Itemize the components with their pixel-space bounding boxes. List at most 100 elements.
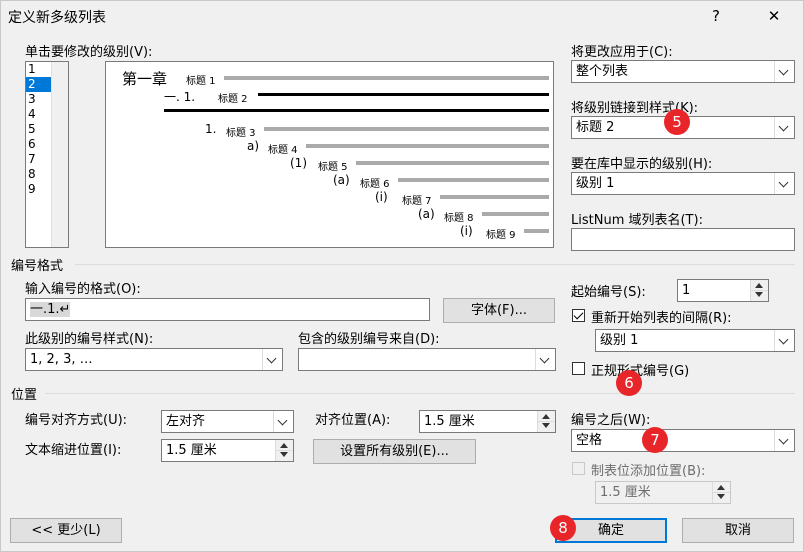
preview-num-9: (i) bbox=[460, 224, 473, 238]
follow-number-label: 编号之后(W): bbox=[571, 413, 651, 428]
level-list[interactable]: 1 2 3 4 5 6 7 8 9 bbox=[25, 61, 69, 248]
preview-bar-4 bbox=[306, 144, 549, 148]
tab-stop-label: 制表位添加位置(B): bbox=[591, 464, 706, 479]
number-style-dropdown[interactable]: 1, 2, 3, … bbox=[25, 348, 283, 371]
preview-num-2: 一. 1. bbox=[164, 90, 196, 104]
listnum-label: ListNum 域列表名(T): bbox=[571, 213, 703, 228]
preview-num-5: (1) bbox=[290, 156, 307, 170]
preview-tag-5: 标题 5 bbox=[318, 162, 348, 173]
preview-tag-4: 标题 4 bbox=[268, 145, 298, 156]
apply-to-value: 整个列表 bbox=[576, 64, 629, 79]
preview-tag-8: 标题 8 bbox=[444, 213, 474, 224]
align-dropdown[interactable]: 左对齐 bbox=[161, 410, 294, 433]
annotation-badge-8: 8 bbox=[550, 515, 576, 541]
include-level-dropdown[interactable] bbox=[298, 348, 556, 371]
levels-label: 单击要修改的级别(V): bbox=[25, 45, 153, 60]
list-preview: 第一章 标题 1 一. 1. 标题 2 1. 标题 3 a) 标题 4 (1) … bbox=[105, 61, 554, 248]
preview-tag-2: 标题 2 bbox=[218, 94, 248, 105]
format-label: 输入编号的格式(O): bbox=[25, 282, 141, 297]
preview-num-7: (i) bbox=[375, 190, 388, 204]
font-button[interactable]: 字体(F)... bbox=[443, 298, 555, 323]
preview-bar-2b bbox=[164, 109, 549, 112]
preview-num-4: a) bbox=[247, 139, 260, 153]
start-at-label: 起始编号(S): bbox=[571, 285, 646, 300]
annotation-badge-5: 5 bbox=[664, 109, 690, 135]
preview-bar-8 bbox=[482, 212, 549, 216]
legal-style-checkbox[interactable] bbox=[572, 362, 585, 375]
position-section-title: 位置 bbox=[11, 388, 38, 403]
chevron-down-icon bbox=[273, 411, 293, 432]
tab-stop-value: 1.5 厘米 bbox=[600, 485, 651, 500]
spinner-arrows-icon[interactable] bbox=[750, 280, 768, 301]
set-all-levels-button[interactable]: 设置所有级别(E)... bbox=[313, 439, 476, 464]
follow-number-value: 空格 bbox=[576, 433, 603, 448]
cancel-button[interactable]: 取消 bbox=[682, 518, 794, 543]
chevron-down-icon bbox=[535, 349, 555, 370]
preview-tag-1: 标题 1 bbox=[186, 76, 216, 87]
help-button[interactable]: ? bbox=[701, 4, 731, 28]
preview-bar-2 bbox=[258, 93, 549, 96]
apply-to-dropdown[interactable]: 整个列表 bbox=[571, 60, 795, 83]
preview-num-6: (a) bbox=[333, 173, 350, 187]
number-format-section-title: 编号格式 bbox=[11, 259, 64, 274]
section-divider bbox=[45, 393, 795, 394]
chevron-down-icon bbox=[774, 173, 794, 194]
preview-bar-6 bbox=[398, 178, 549, 182]
link-style-value: 标题 2 bbox=[576, 120, 615, 135]
gallery-level-value: 级别 1 bbox=[576, 176, 615, 191]
chevron-down-icon bbox=[774, 430, 794, 451]
chevron-down-icon bbox=[262, 349, 282, 370]
align-at-label: 对齐位置(A): bbox=[315, 413, 391, 428]
apply-to-label: 将更改应用于(C): bbox=[571, 45, 673, 60]
preview-tag-9: 标题 9 bbox=[486, 230, 516, 241]
less-button[interactable]: << 更少(L) bbox=[10, 518, 122, 543]
number-style-value: 1, 2, 3, … bbox=[30, 352, 93, 367]
preview-bar-7 bbox=[440, 195, 549, 199]
section-divider bbox=[75, 264, 795, 265]
gallery-level-label: 要在库中显示的级别(H): bbox=[571, 157, 713, 172]
restart-level-value: 级别 1 bbox=[600, 333, 639, 348]
preview-bar-5 bbox=[356, 161, 549, 165]
gallery-level-dropdown[interactable]: 级别 1 bbox=[571, 172, 795, 195]
spinner-arrows-icon[interactable] bbox=[275, 440, 293, 461]
chevron-down-icon bbox=[774, 117, 794, 138]
define-multilevel-list-dialog: 定义新多级列表 ? ✕ 单击要修改的级别(V): 1 2 3 4 5 6 7 8… bbox=[0, 0, 804, 552]
annotation-badge-7: 7 bbox=[642, 427, 668, 453]
tab-stop-spinner[interactable]: 1.5 厘米 bbox=[595, 481, 731, 504]
align-at-value: 1.5 厘米 bbox=[424, 414, 475, 429]
preview-num-8: (a) bbox=[418, 207, 435, 221]
align-at-spinner[interactable]: 1.5 厘米 bbox=[419, 410, 556, 433]
indent-value: 1.5 厘米 bbox=[166, 443, 217, 458]
preview-tag-3: 标题 3 bbox=[226, 128, 256, 139]
preview-bar-3 bbox=[264, 127, 549, 131]
format-input[interactable]: 一.1.↵ bbox=[25, 298, 430, 321]
follow-number-dropdown[interactable]: 空格 bbox=[571, 429, 795, 452]
close-icon[interactable]: ✕ bbox=[759, 4, 789, 28]
align-label: 编号对齐方式(U): bbox=[25, 413, 128, 428]
number-style-label: 此级别的编号样式(N): bbox=[25, 332, 154, 347]
start-at-value: 1 bbox=[682, 283, 691, 298]
spinner-arrows-icon[interactable] bbox=[712, 482, 730, 503]
restart-checkbox[interactable] bbox=[572, 309, 585, 322]
align-value: 左对齐 bbox=[166, 414, 206, 429]
restart-level-dropdown[interactable]: 级别 1 bbox=[595, 329, 795, 352]
listnum-input[interactable] bbox=[571, 228, 795, 251]
preview-chapter: 第一章 bbox=[122, 70, 168, 88]
spinner-arrows-icon[interactable] bbox=[537, 411, 555, 432]
include-level-label: 包含的级别编号来自(D): bbox=[298, 332, 440, 347]
preview-bar-9 bbox=[524, 229, 549, 233]
format-value: 一.1.↵ bbox=[30, 302, 71, 317]
start-at-spinner[interactable]: 1 bbox=[677, 279, 769, 302]
preview-tag-7: 标题 7 bbox=[402, 196, 432, 207]
tab-stop-checkbox[interactable] bbox=[572, 462, 585, 475]
dialog-title: 定义新多级列表 bbox=[8, 10, 106, 26]
chevron-down-icon bbox=[774, 61, 794, 82]
indent-spinner[interactable]: 1.5 厘米 bbox=[161, 439, 294, 462]
preview-tag-6: 标题 6 bbox=[360, 179, 390, 190]
indent-label: 文本缩进位置(I): bbox=[25, 443, 122, 458]
preview-num-3: 1. bbox=[205, 122, 217, 136]
annotation-badge-6: 6 bbox=[616, 370, 642, 396]
list-scrollbar[interactable] bbox=[51, 62, 68, 247]
restart-label: 重新开始列表的间隔(R): bbox=[591, 311, 732, 326]
preview-bar-1 bbox=[224, 76, 549, 80]
